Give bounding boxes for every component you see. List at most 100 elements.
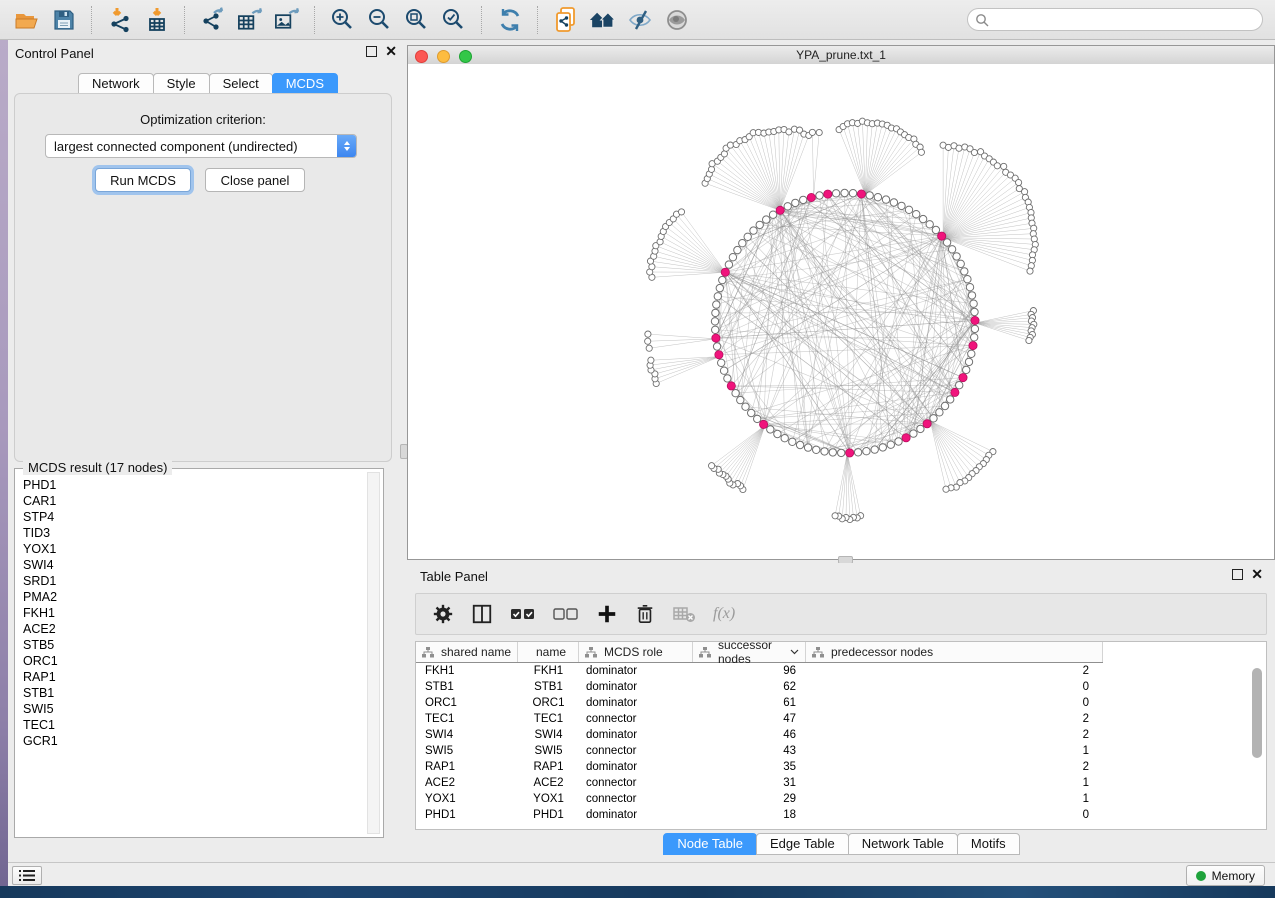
mcds-result-item[interactable]: SWI4 <box>16 557 367 573</box>
tab-edge-table[interactable]: Edge Table <box>756 833 849 855</box>
mcds-result-item[interactable]: SWI5 <box>16 701 367 717</box>
ring-node[interactable] <box>963 366 970 373</box>
satellite-node[interactable] <box>809 129 815 135</box>
add-column-icon[interactable] <box>596 603 618 625</box>
ring-node[interactable] <box>947 396 954 403</box>
ring-node[interactable] <box>713 301 720 308</box>
memory-button[interactable]: Memory <box>1186 865 1265 886</box>
table-cell[interactable]: 0 <box>806 809 1103 821</box>
zoom-in-icon[interactable] <box>329 6 356 34</box>
ring-node[interactable] <box>714 293 721 300</box>
ring-node[interactable] <box>879 444 886 451</box>
ring-node[interactable] <box>737 396 744 403</box>
tab-mcds[interactable]: MCDS <box>272 73 338 95</box>
satellite-node[interactable] <box>646 345 652 351</box>
ring-node[interactable] <box>767 426 774 433</box>
save-icon[interactable] <box>50 6 77 34</box>
ring-node[interactable] <box>724 375 731 382</box>
ring-node[interactable] <box>800 196 807 203</box>
ring-node[interactable] <box>953 253 960 260</box>
mcds-result-list[interactable]: PHD1CAR1STP4TID3YOX1SWI4SRD1PMA2FKH1ACE2… <box>16 472 367 836</box>
table-cell[interactable]: RAP1 <box>518 761 579 773</box>
table-cell[interactable]: 62 <box>693 681 806 693</box>
ring-node[interactable] <box>838 449 845 456</box>
table-row[interactable]: ORC1ORC1dominator610 <box>416 695 1250 711</box>
ring-node[interactable] <box>742 403 749 410</box>
satellite-node[interactable] <box>956 145 962 151</box>
tab-node-table[interactable]: Node Table <box>663 833 757 855</box>
satellite-node[interactable] <box>678 209 684 215</box>
table-cell[interactable]: SWI4 <box>416 729 518 741</box>
satellite-node[interactable] <box>943 486 949 492</box>
table-cell[interactable]: 2 <box>806 713 1103 725</box>
ring-node[interactable] <box>971 334 978 341</box>
ring-node[interactable] <box>716 284 723 291</box>
dominator-node[interactable] <box>760 420 768 428</box>
ring-node[interactable] <box>756 221 763 228</box>
table-cell[interactable]: FKH1 <box>518 665 579 677</box>
home-icon[interactable] <box>589 6 616 34</box>
table-cell[interactable]: 47 <box>693 713 806 725</box>
table-cell[interactable]: 2 <box>806 665 1103 677</box>
table-cell[interactable]: 43 <box>693 745 806 757</box>
mcds-result-item[interactable]: TID3 <box>16 525 367 541</box>
table-row[interactable]: YOX1YOX1connector291 <box>416 791 1250 807</box>
table-cell[interactable]: 1 <box>806 793 1103 805</box>
float-window-icon[interactable] <box>1232 569 1243 580</box>
ring-node[interactable] <box>968 350 975 357</box>
dominator-node[interactable] <box>857 190 865 198</box>
deselect-all-checkboxes-icon[interactable] <box>553 605 579 623</box>
ring-node[interactable] <box>719 276 726 283</box>
table-row[interactable]: TEC1TEC1connector472 <box>416 711 1250 727</box>
dominator-node[interactable] <box>971 316 979 324</box>
dominator-node[interactable] <box>969 342 977 350</box>
network-graph[interactable] <box>408 64 1274 559</box>
import-network-icon[interactable] <box>106 6 133 34</box>
ring-node[interactable] <box>816 192 823 199</box>
satellite-node[interactable] <box>648 357 654 363</box>
ring-node[interactable] <box>866 192 873 199</box>
ring-node[interactable] <box>854 449 861 456</box>
ring-node[interactable] <box>796 441 803 448</box>
mcds-result-item[interactable]: TEC1 <box>16 717 367 733</box>
dominator-node[interactable] <box>902 434 910 442</box>
satellite-node[interactable] <box>994 163 1000 169</box>
ring-node[interactable] <box>712 309 719 316</box>
ring-node[interactable] <box>961 268 968 275</box>
table-row[interactable]: FKH1FKH1dominator962 <box>416 663 1250 679</box>
satellite-node[interactable] <box>1027 268 1033 274</box>
ring-node[interactable] <box>725 261 732 268</box>
table-row[interactable]: ACE2ACE2connector311 <box>416 775 1250 791</box>
optimization-criterion-select[interactable]: largest connected component (undirected) <box>45 134 357 158</box>
ring-node[interactable] <box>956 382 963 389</box>
table-cell[interactable]: YOX1 <box>416 793 518 805</box>
ring-node[interactable] <box>821 448 828 455</box>
mcds-result-item[interactable]: GCR1 <box>16 733 367 749</box>
ring-node[interactable] <box>718 359 725 366</box>
satellite-node[interactable] <box>1001 163 1007 169</box>
ring-node[interactable] <box>968 292 975 299</box>
table-cell[interactable]: 46 <box>693 729 806 741</box>
table-cell[interactable]: connector <box>579 713 693 725</box>
ring-node[interactable] <box>784 203 791 210</box>
table-cell[interactable]: PHD1 <box>416 809 518 821</box>
ring-node[interactable] <box>890 199 897 206</box>
table-cell[interactable]: 61 <box>693 697 806 709</box>
ring-node[interactable] <box>895 438 902 445</box>
table-cell[interactable]: 2 <box>806 729 1103 741</box>
table-cell[interactable]: dominator <box>579 681 693 693</box>
birds-eye-view-icon[interactable] <box>663 6 690 34</box>
delete-table-icon[interactable] <box>672 604 696 624</box>
mcds-result-item[interactable]: ACE2 <box>16 621 367 637</box>
delete-column-icon[interactable] <box>635 603 655 625</box>
table-cell[interactable]: ORC1 <box>416 697 518 709</box>
column-header-MCDS-role[interactable]: MCDS role <box>579 642 693 662</box>
mcds-result-item[interactable]: STB1 <box>16 685 367 701</box>
mcds-result-item[interactable]: FKH1 <box>16 605 367 621</box>
ring-node[interactable] <box>964 276 971 283</box>
ring-node[interactable] <box>832 190 839 197</box>
function-builder-icon[interactable]: f(x) <box>713 605 735 623</box>
mcds-result-item[interactable]: ORC1 <box>16 653 367 669</box>
table-cell[interactable]: dominator <box>579 729 693 741</box>
ring-node[interactable] <box>734 246 741 253</box>
